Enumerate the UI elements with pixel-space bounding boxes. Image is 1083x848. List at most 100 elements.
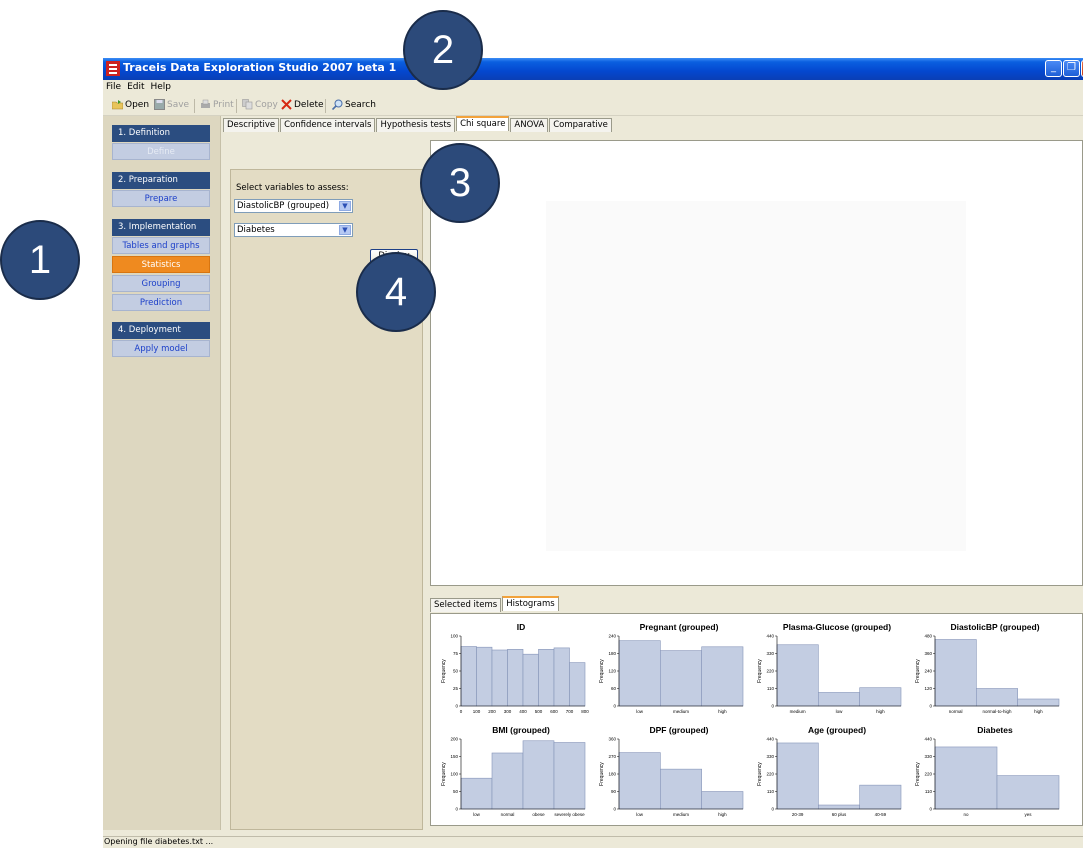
- sidebar-item-define[interactable]: Define: [112, 143, 210, 160]
- y-tick-label: 0: [455, 807, 458, 812]
- histograms-panel: ID Frequency 0 100 200 300 400 500 600 700 800 0 25 5…: [430, 613, 1083, 826]
- x-tick-label: 60 plus: [832, 812, 847, 817]
- x-tick-label: low: [636, 812, 644, 817]
- x-tick-label: high: [1034, 709, 1043, 714]
- toolbar-separator: [325, 99, 326, 113]
- x-tick-label: 600: [550, 709, 558, 714]
- menu-file[interactable]: File: [103, 80, 124, 92]
- tab-chi-square[interactable]: Chi square: [456, 116, 510, 131]
- select-variables-label: Select variables to assess:: [236, 183, 349, 193]
- x-tick-label: 40-59: [875, 812, 887, 817]
- histogram-bar: [818, 804, 860, 810]
- histogram-bar: [460, 777, 493, 810]
- y-axis-label: Frequency: [441, 659, 447, 683]
- x-tick-label: 400: [519, 709, 527, 714]
- variable-2-value: Diabetes: [237, 225, 275, 235]
- results-canvas: [546, 201, 966, 551]
- title-bar[interactable]: Traceis Data Exploration Studio 2007 bet…: [103, 58, 1083, 80]
- minimize-button[interactable]: _: [1045, 60, 1062, 77]
- x-tick-label: 0: [460, 709, 463, 714]
- save-label: Save: [167, 99, 190, 110]
- menu-edit[interactable]: Edit: [124, 80, 147, 92]
- print-button[interactable]: Print: [200, 99, 234, 110]
- sidebar-item-statistics[interactable]: Statistics: [112, 256, 210, 273]
- chart-title: BMI (grouped): [492, 725, 550, 735]
- y-tick-label: 90: [611, 789, 617, 794]
- histogram-bar: [553, 647, 570, 707]
- sidebar-item-apply-model[interactable]: Apply model: [112, 340, 210, 357]
- y-axis-label: Frequency: [599, 659, 605, 683]
- open-button[interactable]: Open: [112, 99, 149, 110]
- y-tick-label: 180: [608, 651, 616, 656]
- variable-2-select[interactable]: Diabetes ▼: [234, 223, 353, 237]
- copy-button[interactable]: Copy: [242, 99, 278, 110]
- x-tick-label: yes: [1024, 812, 1032, 817]
- y-tick-label: 120: [608, 669, 616, 674]
- y-tick-label: 360: [924, 651, 932, 656]
- copy-icon: [242, 99, 253, 110]
- y-tick-label: 110: [767, 789, 775, 794]
- histogram-bar: [859, 784, 902, 810]
- y-tick-label: 0: [771, 807, 774, 812]
- histogram-bar: [491, 649, 508, 707]
- chart-title: Age (grouped): [808, 725, 866, 735]
- y-tick-label: 120: [924, 686, 932, 691]
- chevron-down-icon[interactable]: ▼: [339, 225, 351, 235]
- y-tick-label: 0: [613, 807, 616, 812]
- search-label: Search: [345, 99, 376, 110]
- sidebar-item-prediction[interactable]: Prediction: [112, 294, 210, 311]
- save-button[interactable]: Save: [154, 99, 189, 110]
- x-tick-label: 20-39: [792, 812, 804, 817]
- x-tick-label: 100: [473, 709, 481, 714]
- histogram-bar: [859, 687, 902, 707]
- chart-title: Pregnant (grouped): [640, 622, 719, 632]
- x-tick-label: high: [718, 709, 727, 714]
- variable-1-value: DiastolicBP (grouped): [237, 201, 330, 211]
- y-tick-label: 440: [924, 737, 932, 742]
- step-deployment-header: 4. Deployment: [112, 322, 210, 339]
- x-tick-label: medium: [673, 709, 689, 714]
- sidebar-item-grouping[interactable]: Grouping: [112, 275, 210, 292]
- sidebar-item-prepare[interactable]: Prepare: [112, 190, 210, 207]
- chart-title: DiastolicBP (grouped): [950, 622, 1039, 632]
- y-axis-label: Frequency: [757, 762, 763, 786]
- histogram-bar: [1017, 698, 1060, 707]
- tab-anova[interactable]: ANOVA: [510, 118, 549, 132]
- delete-button[interactable]: Delete: [281, 99, 324, 110]
- toolbar-separator: [194, 99, 195, 113]
- y-axis-label: Frequency: [915, 762, 921, 786]
- tab-confidence-intervals[interactable]: Confidence intervals: [280, 118, 376, 132]
- histogram-bar: [976, 688, 1018, 707]
- y-tick-label: 180: [608, 772, 616, 777]
- chart-title: Plasma-Glucose (grouped): [783, 622, 891, 632]
- chevron-down-icon[interactable]: ▼: [339, 201, 351, 211]
- menu-help[interactable]: Help: [148, 80, 175, 92]
- y-tick-label: 200: [450, 737, 458, 742]
- y-tick-label: 360: [608, 737, 616, 742]
- histogram-bar: [569, 662, 586, 707]
- y-tick-label: 330: [766, 651, 774, 656]
- x-tick-label: severely obese: [554, 812, 585, 817]
- tab-selected-items[interactable]: Selected items: [430, 598, 502, 612]
- x-tick-label: 200: [488, 709, 496, 714]
- y-tick-label: 220: [766, 669, 774, 674]
- chart-title: DPF (grouped): [649, 725, 708, 735]
- sidebar-item-tables-and-graphs[interactable]: Tables and graphs: [112, 237, 210, 254]
- variable-1-select[interactable]: DiastolicBP (grouped) ▼: [234, 199, 353, 213]
- y-tick-label: 240: [924, 669, 932, 674]
- y-tick-label: 110: [925, 789, 933, 794]
- histogram-bar: [507, 648, 524, 707]
- print-label: Print: [213, 99, 234, 110]
- search-button[interactable]: Search: [332, 99, 376, 110]
- x-tick-label: low: [836, 709, 844, 714]
- open-label: Open: [125, 99, 150, 110]
- delete-x-icon: [281, 99, 292, 110]
- maximize-button[interactable]: ❐: [1063, 60, 1080, 77]
- tab-hypothesis-tests[interactable]: Hypothesis tests: [376, 118, 456, 132]
- y-tick-label: 50: [453, 669, 459, 674]
- tab-comparative[interactable]: Comparative: [549, 118, 612, 132]
- tab-descriptive[interactable]: Descriptive: [223, 118, 280, 132]
- tab-histograms[interactable]: Histograms: [502, 596, 559, 611]
- histogram-bar: [701, 646, 744, 707]
- y-tick-label: 270: [608, 754, 616, 759]
